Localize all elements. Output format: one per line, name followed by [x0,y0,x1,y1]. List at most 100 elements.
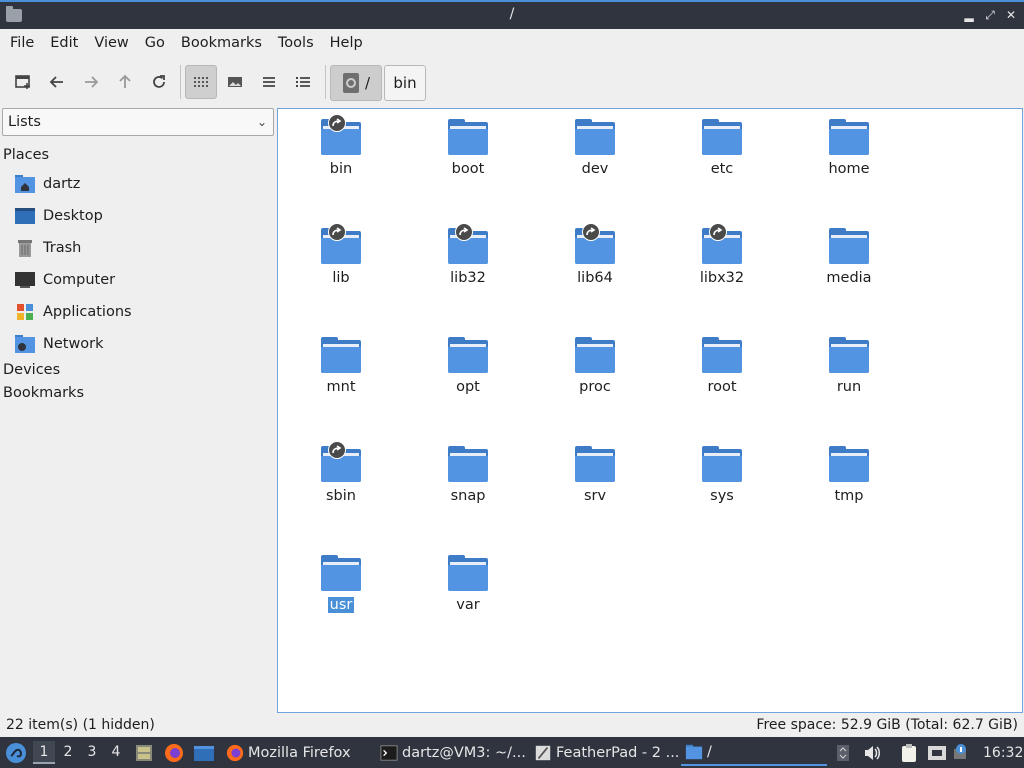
compact-view-button[interactable] [253,65,285,99]
symlink-arrow-icon [709,223,727,241]
folder-item[interactable]: snap [413,436,523,532]
task-featherpad[interactable]: FeatherPad - 2 ... [530,739,678,766]
tray-scroll-button[interactable] [836,737,850,768]
menu-file[interactable]: File [2,29,42,57]
path-button-root[interactable]: / [330,65,382,101]
folder-item[interactable]: run [794,327,904,423]
task-firefox[interactable]: Mozilla Firefox [222,739,372,766]
quicklaunch-firefox[interactable] [164,737,184,768]
folder-item[interactable]: etc [667,109,777,205]
path-button-bin[interactable]: bin [384,65,426,101]
folder-item[interactable]: tmp [794,436,904,532]
network-status-button[interactable] [926,737,948,768]
quicklaunch-show-desktop[interactable] [193,737,215,768]
folder-item[interactable]: bin [286,109,396,205]
task-terminal[interactable]: dartz@VM3: ~/... [376,739,526,766]
folder-name: opt [456,379,480,395]
folder-icon [448,119,488,155]
toolbar: / bin [0,59,1024,105]
folder-item[interactable]: opt [413,327,523,423]
sidebar-item-desktop[interactable]: Desktop [14,202,274,230]
start-menu-button[interactable] [5,737,27,768]
notification-button[interactable] [952,737,972,768]
sidebar: Lists ⌄ Places dartz Desktop Trash Compu… [0,108,276,713]
folder-item[interactable]: lib32 [413,218,523,314]
list-icon [263,77,275,87]
folder-icon [702,119,742,155]
sidebar-item-applications[interactable]: Applications [14,298,274,326]
new-tab-button[interactable] [7,65,39,99]
folder-icon [685,744,703,759]
folder-icon [575,337,615,373]
folder-item[interactable]: var [413,545,523,641]
folder-name: tmp [834,488,864,504]
places-header[interactable]: Places [3,147,49,163]
devices-header[interactable]: Devices [3,362,60,378]
volume-button[interactable] [862,737,882,768]
window-title: / [509,6,515,22]
folder-name: dev [581,161,609,177]
folder-item[interactable]: lib [286,218,396,314]
sidebar-item-home[interactable]: dartz [14,170,274,198]
menu-edit[interactable]: Edit [42,29,86,57]
folder-item[interactable]: lib64 [540,218,650,314]
folder-item[interactable]: mnt [286,327,396,423]
sidebar-item-label: Computer [43,272,116,288]
back-button[interactable] [41,65,73,99]
drive-icon [343,73,359,93]
menu-bookmarks[interactable]: Bookmarks [173,29,270,57]
reload-button[interactable] [143,65,175,99]
folder-item[interactable]: sys [667,436,777,532]
sidebar-item-trash[interactable]: Trash [14,234,274,262]
task-label: / [707,743,712,760]
desktop-icon [194,745,214,761]
icon-view-button[interactable] [185,65,217,99]
file-icon-view[interactable]: bin boot dev etc home lib lib32 lib64 libx32 medi… [277,108,1023,713]
menu-go[interactable]: Go [137,29,173,57]
folder-item[interactable]: dev [540,109,650,205]
menu-tools[interactable]: Tools [270,29,322,57]
sidebar-item-network[interactable]: Network [14,330,274,358]
folder-name: boot [451,161,485,177]
computer-icon [14,269,36,291]
folder-item[interactable]: usr [286,545,396,641]
file-cabinet-icon [136,744,152,761]
info-icon [954,743,966,759]
detailed-view-button[interactable] [287,65,319,99]
forward-button[interactable] [75,65,107,99]
thumbnail-view-button[interactable] [219,65,251,99]
desktop-switch-3[interactable]: 3 [81,741,103,764]
folder-item[interactable]: srv [540,436,650,532]
minimize-button[interactable]: ▂ [960,6,978,24]
clock[interactable]: 16:32 [983,737,1023,768]
desktop-switch-1[interactable]: 1 [33,741,55,764]
desktop-switch-2[interactable]: 2 [57,741,79,764]
window-titlebar: / ▂ ⤢ ✕ [0,0,1024,29]
menu-view[interactable]: View [86,29,136,57]
folder-item[interactable]: sbin [286,436,396,532]
quicklaunch-file-manager[interactable] [134,737,154,768]
folder-item[interactable]: boot [413,109,523,205]
task-file-manager[interactable]: / [681,739,827,766]
file-manager-window: File Edit View Go Bookmarks Tools Help /… [0,29,1024,737]
sidebar-mode-select[interactable]: Lists ⌄ [2,108,274,136]
folder-item[interactable]: libx32 [667,218,777,314]
arrow-right-icon [85,76,99,88]
desktop-switch-4[interactable]: 4 [105,741,127,764]
folder-item[interactable]: home [794,109,904,205]
sidebar-mode-value: Lists [8,114,41,130]
menu-help[interactable]: Help [322,29,371,57]
clipboard-button[interactable] [900,737,918,768]
folder-item[interactable]: media [794,218,904,314]
sidebar-item-computer[interactable]: Computer [14,266,274,294]
folder-icon [575,446,615,482]
task-label: dartz@VM3: ~/... [402,744,526,761]
bookmarks-header[interactable]: Bookmarks [3,385,84,401]
folder-item[interactable]: root [667,327,777,423]
firefox-icon [165,743,183,762]
up-button[interactable] [109,65,141,99]
maximize-button[interactable]: ⤢ [981,6,999,24]
close-button[interactable]: ✕ [1002,6,1020,24]
folder-item[interactable]: proc [540,327,650,423]
folder-name: srv [583,488,607,504]
